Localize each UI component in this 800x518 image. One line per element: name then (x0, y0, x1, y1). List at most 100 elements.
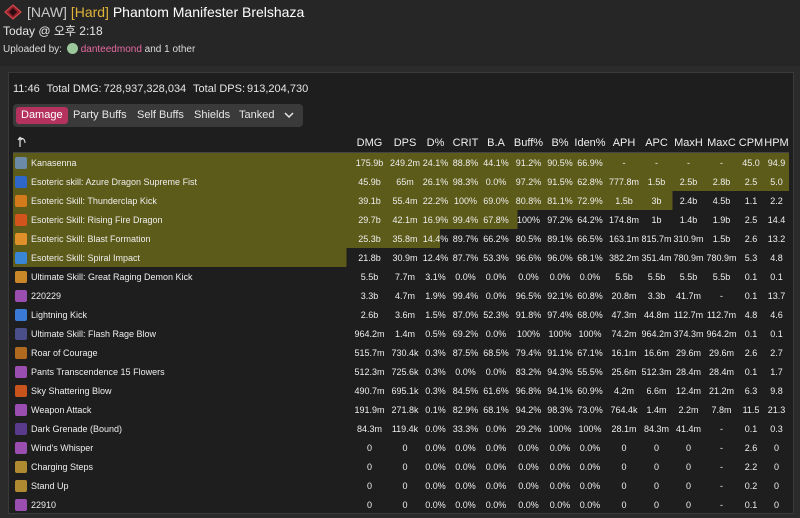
cell-b-: 100% (548, 423, 572, 434)
table-row[interactable]: Pants Transcendence 15 Flowers 512.3m 725.… (13, 362, 789, 381)
table-row[interactable]: Dark Grenade (Bound) 84.3m 119.4k 0.0% 33.3%… (13, 419, 789, 438)
column-header-b-[interactable]: B% (547, 134, 573, 153)
column-header-maxc[interactable]: MaxC (705, 134, 738, 153)
cell-aph: 5.5b (615, 271, 633, 282)
cell-d-: 1.5% (425, 309, 446, 320)
cell-aph: 47.3m (611, 309, 637, 320)
table-row[interactable]: Roar of Courage 515.7m 730.4k 0.3% 87.5% 68.5… (13, 343, 789, 362)
column-header-aph[interactable]: APH (607, 134, 641, 153)
tab-self-buffs[interactable]: Self Buffs (132, 107, 189, 124)
cell-dmg: 0 (366, 442, 372, 453)
table-row[interactable]: 220229 3.3b 4.7m 1.9% 99.4% 0.0% 96.5% 92.1% 60.… (13, 286, 789, 305)
cell-buff-: 94.2% (515, 404, 542, 415)
column-header-iden-[interactable]: Iden% (573, 134, 607, 153)
cell-iden-: 60.9% (577, 385, 603, 396)
tab-shields[interactable]: Shields (189, 107, 235, 124)
cell-d-: 14.4% (422, 229, 449, 248)
guild-tag: [NAW] (27, 4, 67, 20)
encounter-summary: 11:46 Total DMG: 728,937,328,034 Total DP… (13, 82, 312, 96)
table-row[interactable]: Stand Up 0 0 0.0% 0.0% 0.0% 0.0% 0.0% 0.0% 0 0 0 - 0.… (13, 476, 789, 495)
column-header-b-a[interactable]: B.A (482, 134, 510, 153)
table-row[interactable]: Esoteric Skill: Thunderclap Kick 39.1b 55.… (13, 191, 789, 210)
cell-maxc: 2.8b (705, 172, 738, 191)
other-uploaders[interactable]: and 1 other (145, 44, 196, 55)
column-header-apc[interactable]: APC (641, 134, 672, 153)
total-dmg-label: Total DMG: (46, 83, 102, 95)
skill-icon (15, 403, 27, 416)
cell-buff-: 80.8% (510, 191, 547, 210)
column-header-dps[interactable]: DPS (388, 134, 422, 153)
column-header-buff-[interactable]: Buff% (510, 134, 547, 153)
cell-hpm: 94.9 (764, 152, 789, 172)
cell-maxh: 28.4m (675, 366, 701, 377)
skill-icon (15, 327, 27, 340)
cell-aph: 28.1m (611, 423, 637, 434)
uploader-link[interactable]: danteedmond (81, 44, 142, 55)
table-row[interactable]: Esoteric Skill: Blast Formation 25.3b 35.8… (13, 229, 789, 248)
cell-d-: 0.0% (425, 480, 446, 491)
cell-b-: 94.1% (547, 385, 573, 396)
skill-name: Stand Up (13, 476, 351, 495)
column-header-crit[interactable]: CRIT (449, 134, 482, 153)
cell-maxc: - (705, 152, 738, 172)
sort-toggle-header[interactable] (13, 134, 351, 153)
skill-name: Weapon Attack (13, 400, 351, 419)
cell-maxc: - (720, 442, 723, 453)
cell-apc: 0 (653, 480, 659, 491)
cell-apc: 1b (651, 214, 662, 225)
cell-buff-: 100% (510, 210, 547, 229)
cell-cpm: 4.8 (744, 309, 758, 320)
column-header-cpm[interactable]: CPM (738, 134, 764, 153)
chevron-down-icon[interactable] (281, 107, 297, 124)
cell-b-: 91.5% (547, 172, 573, 191)
tab-tanked[interactable]: Tanked (234, 107, 279, 124)
total-dps-label: Total DPS: (193, 83, 246, 95)
column-header-d-[interactable]: D% (422, 134, 449, 153)
table-row[interactable]: Kanasenna 175.9b 249.2m 24.1% 88.8% 44.1% 91.2… (13, 152, 789, 172)
cell-crit: 0.0% (455, 461, 476, 472)
cell-iden-: 68.0% (577, 309, 603, 320)
cell-b-: 97.4% (547, 309, 573, 320)
damage-panel: 11:46 Total DMG: 728,937,328,034 Total DP… (8, 72, 794, 514)
cell-apc: 0 (653, 499, 659, 510)
table-row[interactable]: Esoteric Skill: Spiral Impact 21.8b 30.9m 1… (13, 248, 789, 267)
table-row[interactable]: Ultimate Skill: Flash Rage Blow 964.2m 1.4… (13, 324, 789, 343)
column-header-dmg[interactable]: DMG (351, 134, 388, 153)
cell-apc: 16.6m (643, 347, 669, 358)
column-header-hpm[interactable]: HPM (764, 134, 789, 153)
cell-crit: 87.0% (452, 309, 479, 320)
column-header-maxh[interactable]: MaxH (672, 134, 705, 153)
skill-name: Ultimate Skill: Flash Rage Blow (13, 324, 351, 343)
cell-dps: 30.9m (392, 252, 418, 263)
table-row[interactable]: 22910 0 0 0.0% 0.0% 0.0% 0.0% 0.0% 0.0% 0 0 0 - 0.1 0 (13, 495, 789, 514)
cell-b-: 0.0% (549, 271, 571, 282)
cell-crit: 88.8% (449, 152, 482, 172)
table-row[interactable]: Lightning Kick 2.6b 3.6m 1.5% 87.0% 52.3% 91.8… (13, 305, 789, 324)
cell-crit: 82.9% (452, 404, 479, 415)
skill-label: Dark Grenade (Bound) (31, 423, 123, 434)
table-row[interactable]: Weapon Attack 191.9m 271.8k 0.1% 82.9% 68.1% 9… (13, 400, 789, 419)
cell-apc: 5.5b (647, 271, 666, 282)
table-row[interactable]: Ultimate Skill: Great Raging Demon Kick 5… (13, 267, 789, 286)
cell-maxh: 0 (685, 442, 691, 453)
cell-cpm: 5.3 (744, 252, 758, 263)
table-row[interactable]: Charging Steps 0 0 0.0% 0.0% 0.0% 0.0% 0.0% 0.0%… (13, 457, 789, 476)
cell-buff-: 29.2% (515, 423, 542, 434)
table-row[interactable]: Esoteric skill: Azure Dragon Supreme Fis… (13, 172, 789, 191)
table-row[interactable]: Wind's Whisper 0 0 0.0% 0.0% 0.0% 0.0% 0.0% 0.0%… (13, 438, 789, 457)
cell-dmg: 490.7m (354, 385, 385, 396)
cell-crit: 89.7% (452, 233, 479, 244)
skill-icon (15, 308, 27, 321)
tab-party-buffs[interactable]: Party Buffs (68, 107, 132, 124)
tab-damage[interactable]: Damage (16, 107, 68, 124)
cell-iden-: 64.2% (577, 214, 603, 225)
sort-arrow-icon[interactable] (17, 136, 27, 148)
cell-crit: 0.0% (455, 366, 476, 377)
table-row[interactable]: Esoteric Skill: Rising Fire Dragon 29.7b 4… (13, 210, 789, 229)
cell-maxh: 0 (685, 499, 691, 510)
cell-aph: 16.1m (611, 347, 637, 358)
cell-dps: 271.8k (391, 404, 419, 415)
table-row[interactable]: Sky Shattering Blow 490.7m 695.1k 0.3% 84.5%… (13, 381, 789, 400)
skill-label: Pants Transcendence 15 Flowers (31, 366, 165, 377)
cell-b-: 0.0% (549, 461, 571, 472)
